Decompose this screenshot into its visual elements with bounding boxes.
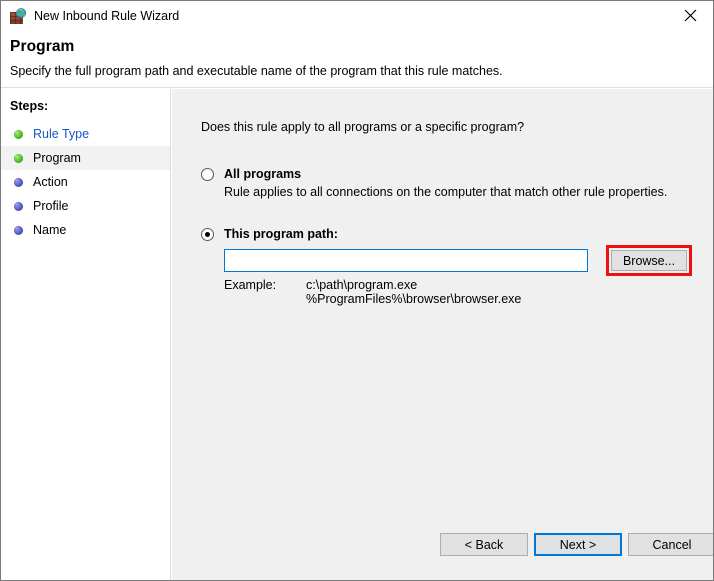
program-path-row: Browse... <box>224 245 692 276</box>
radio-option-this-program-path[interactable]: This program path: <box>201 227 338 241</box>
firewall-globe-icon <box>10 8 26 24</box>
example-path-1: c:\path\program.exe <box>306 278 418 292</box>
close-icon[interactable] <box>668 1 713 30</box>
sidebar-item-name[interactable]: Name <box>1 218 170 242</box>
example-label: Example: <box>224 278 277 292</box>
sidebar-item-label: Profile <box>33 199 69 213</box>
sidebar-item-program[interactable]: Program <box>1 146 170 170</box>
sidebar-item-rule-type[interactable]: Rule Type <box>1 122 170 146</box>
step-bullet-icon <box>14 201 23 211</box>
page-header: Program Specify the full program path an… <box>1 31 713 88</box>
step-bullet-icon <box>14 177 23 187</box>
steps-sidebar: Steps: Rule Type Program Action Profile … <box>1 89 171 580</box>
sidebar-item-profile[interactable]: Profile <box>1 194 170 218</box>
browse-button[interactable]: Browse... <box>611 250 687 271</box>
sidebar-item-label: Name <box>33 223 67 237</box>
title-bar: New Inbound Rule Wizard <box>1 1 713 31</box>
page-title: Program <box>10 38 75 55</box>
sidebar-item-label: Program <box>33 151 81 165</box>
page-subtitle: Specify the full program path and execut… <box>10 64 503 78</box>
steps-heading: Steps: <box>10 99 49 113</box>
example-path-2: %ProgramFiles%\browser\browser.exe <box>306 292 522 306</box>
radio-this-program-path-label: This program path: <box>224 227 338 241</box>
new-inbound-rule-wizard-window: New Inbound Rule Wizard Program Specify … <box>0 0 714 581</box>
sidebar-item-label: Action <box>33 175 68 189</box>
program-path-input[interactable] <box>224 249 588 272</box>
back-button[interactable]: < Back <box>440 533 528 556</box>
steps-list: Rule Type Program Action Profile Name <box>1 122 170 242</box>
window-title: New Inbound Rule Wizard <box>34 9 180 23</box>
cancel-button[interactable]: Cancel <box>628 533 713 556</box>
radio-all-programs-icon[interactable] <box>201 168 214 181</box>
sidebar-item-action[interactable]: Action <box>1 170 170 194</box>
radio-all-programs-label: All programs <box>224 167 302 181</box>
radio-all-programs-description: Rule applies to all connections on the c… <box>224 185 668 199</box>
next-button[interactable]: Next > <box>534 533 622 556</box>
step-bullet-icon <box>14 225 23 235</box>
step-bullet-icon <box>14 129 23 139</box>
question-label: Does this rule apply to all programs or … <box>201 120 525 134</box>
main-content-panel: Does this rule apply to all programs or … <box>172 89 713 580</box>
radio-option-all-programs[interactable]: All programs Rule applies to all connect… <box>201 167 667 199</box>
sidebar-item-label: Rule Type <box>33 127 90 141</box>
radio-this-program-path-icon[interactable] <box>201 228 214 241</box>
dialog-button-bar: < Back Next > Cancel <box>172 521 713 566</box>
step-bullet-icon <box>14 153 23 163</box>
